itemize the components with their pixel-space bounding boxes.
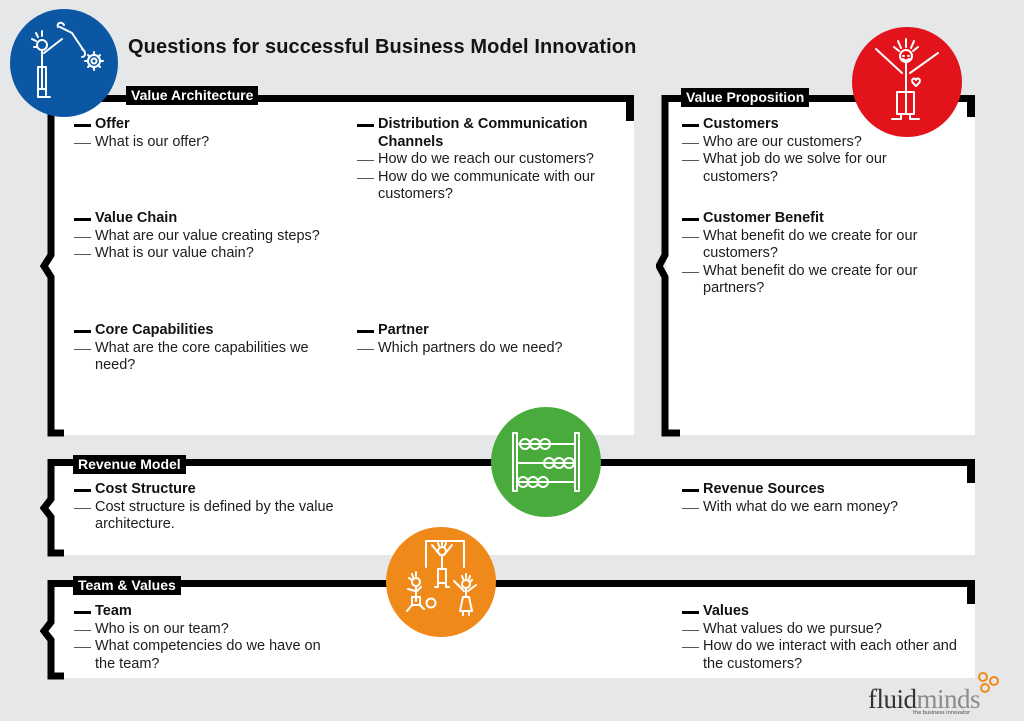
frame-right-tick bbox=[626, 95, 634, 121]
block-question: Which partners do we need? bbox=[357, 340, 622, 358]
engineer-wrench-gear-icon bbox=[10, 9, 118, 117]
block-question: What competencies do we have on the team… bbox=[74, 638, 344, 673]
block-distribution-channels: Distribution & Communication Channels Ho… bbox=[357, 116, 622, 204]
section-label-revenue-model: Revenue Model bbox=[73, 455, 186, 474]
block-question: How do we communicate with our customers… bbox=[357, 169, 603, 204]
block-partner: Partner Which partners do we need? bbox=[357, 322, 622, 357]
section-label-team-values: Team & Values bbox=[73, 576, 181, 595]
happy-person-heart-icon bbox=[852, 27, 962, 137]
page-title: Questions for successful Business Model … bbox=[128, 36, 637, 58]
block-heading: Cost Structure bbox=[74, 481, 344, 499]
block-question: How do we interact with each other and t… bbox=[682, 638, 972, 673]
block-revenue-sources: Revenue Sources With what do we earn mon… bbox=[682, 481, 967, 516]
curly-bracket bbox=[656, 95, 680, 437]
logo-wordmark-fluid: fluid bbox=[868, 684, 917, 714]
frame-top-line bbox=[48, 580, 975, 587]
block-team: Team Who is on our team? What competenci… bbox=[74, 603, 344, 673]
section-label-value-architecture: Value Architecture bbox=[126, 86, 259, 105]
block-question: How do we reach our customers? bbox=[357, 151, 622, 169]
frame-right-tick bbox=[967, 459, 975, 483]
block-question: What is our offer? bbox=[74, 134, 344, 152]
block-heading: Team bbox=[74, 603, 344, 621]
block-heading: Values bbox=[682, 603, 972, 621]
frame-right-tick bbox=[967, 580, 975, 604]
block-heading: Core Capabilities bbox=[74, 322, 324, 340]
team-playing-icon bbox=[386, 527, 496, 637]
block-question: What benefit do we create for our custom… bbox=[682, 228, 967, 263]
frame-right-tick bbox=[967, 95, 975, 117]
block-heading: Partner bbox=[357, 322, 622, 340]
block-heading: Distribution & Communication Channels bbox=[357, 116, 622, 151]
block-heading: Value Chain bbox=[74, 210, 359, 228]
block-offer: Offer What is our offer? bbox=[74, 116, 344, 151]
block-heading: Revenue Sources bbox=[682, 481, 967, 499]
block-cost-structure: Cost Structure Cost structure is defined… bbox=[74, 481, 344, 534]
block-customer-benefit: Customer Benefit What benefit do we crea… bbox=[682, 210, 967, 298]
block-question: Cost structure is defined by the value a… bbox=[74, 499, 344, 534]
block-question: What is our value chain? bbox=[74, 245, 359, 263]
block-question: What job do we solve for our customers? bbox=[682, 151, 907, 186]
logo-tagline: the business innovator bbox=[913, 710, 971, 716]
curly-bracket bbox=[40, 580, 64, 680]
block-value-chain: Value Chain What are our value creating … bbox=[74, 210, 359, 263]
block-question: With what do we earn money? bbox=[682, 499, 967, 517]
block-question: What values do we pursue? bbox=[682, 621, 972, 639]
block-heading: Offer bbox=[74, 116, 344, 134]
curly-bracket bbox=[40, 95, 64, 437]
abacus-icon bbox=[491, 407, 601, 517]
block-question: What benefit do we create for our partne… bbox=[682, 263, 967, 298]
propeller-knot-icon bbox=[978, 672, 999, 693]
block-heading: Customer Benefit bbox=[682, 210, 967, 228]
block-core-capabilities: Core Capabilities What are the core capa… bbox=[74, 322, 324, 375]
curly-bracket bbox=[40, 459, 64, 557]
block-question: What are the core capabilities we need? bbox=[74, 340, 324, 375]
block-values: Values What values do we pursue? How do … bbox=[682, 603, 972, 673]
block-question: What are our value creating steps? bbox=[74, 228, 359, 246]
fluidminds-logo: fluidminds bbox=[868, 684, 981, 714]
section-label-value-proposition: Value Proposition bbox=[681, 88, 810, 107]
block-question: Who is on our team? bbox=[74, 621, 344, 639]
